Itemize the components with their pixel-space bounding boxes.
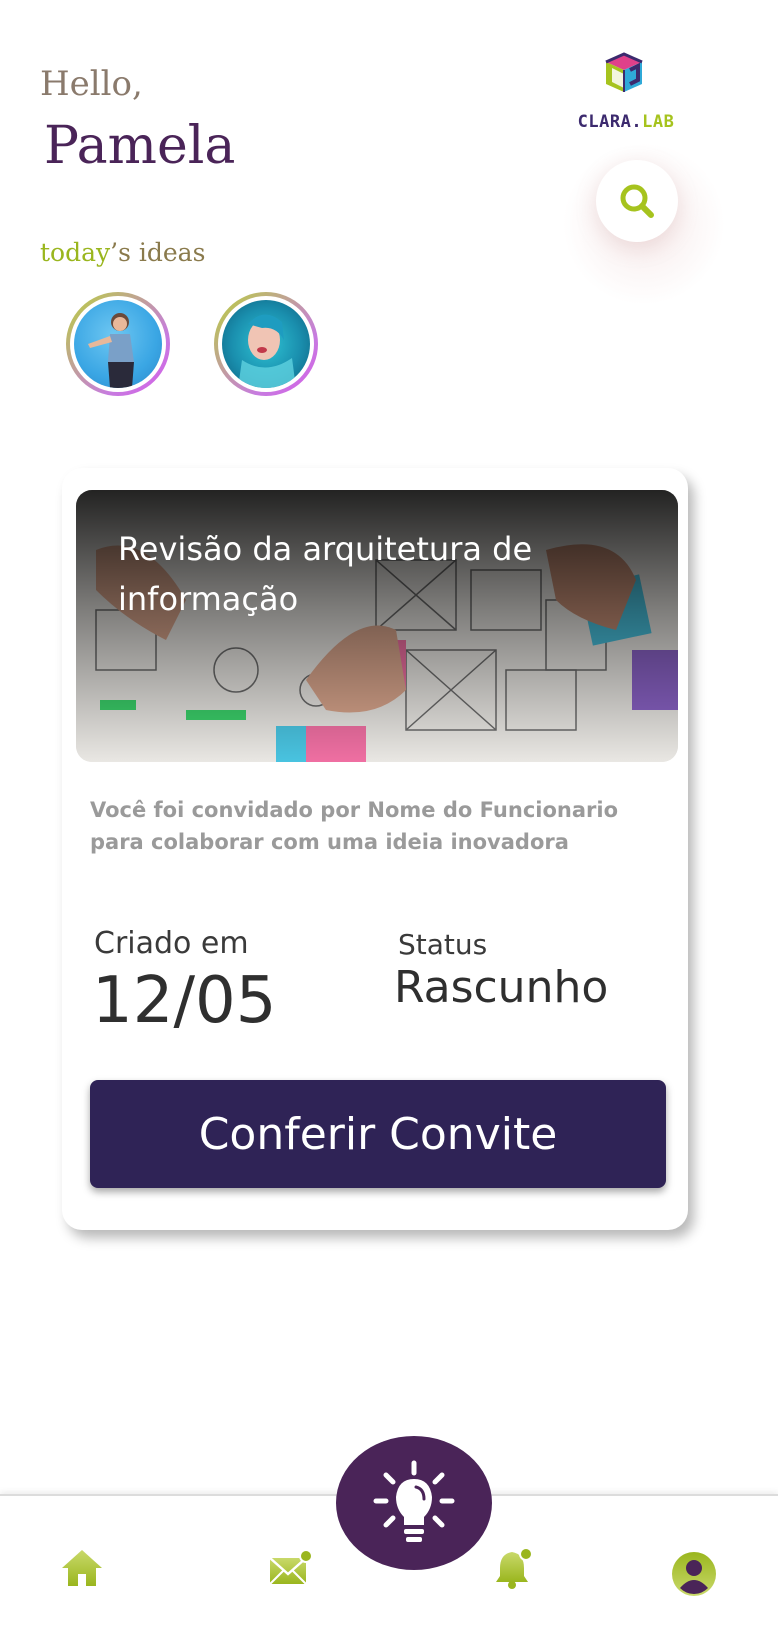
invite-card: Revisão da arquitetura de informação Voc… bbox=[62, 468, 688, 1230]
ideas-label-rest: ’s ideas bbox=[110, 238, 206, 267]
avatar-photo bbox=[222, 300, 310, 388]
search-button[interactable] bbox=[596, 160, 678, 242]
lightbulb-icon bbox=[373, 1460, 455, 1542]
check-invite-button[interactable]: Conferir Convite bbox=[90, 1080, 666, 1188]
user-name: Pamela bbox=[44, 116, 236, 176]
story-avatar-1[interactable] bbox=[66, 292, 170, 396]
created-label: Criado em bbox=[94, 926, 249, 961]
status-label: Status bbox=[398, 928, 488, 961]
card-title: Revisão da arquitetura de informação bbox=[118, 530, 533, 618]
bell-icon bbox=[496, 1547, 533, 1589]
card-description: Você foi convidado por Nome do Funcionar… bbox=[90, 798, 619, 854]
nav-mail-button[interactable] bbox=[260, 1538, 320, 1598]
story-ring-inner bbox=[70, 296, 166, 392]
clara-lab-logo: CLARA.LAB bbox=[566, 48, 686, 138]
todays-ideas-label: today’s ideas bbox=[40, 238, 205, 267]
card-cover-image: Revisão da arquitetura de informação bbox=[76, 490, 678, 762]
new-idea-fab[interactable] bbox=[336, 1436, 492, 1570]
story-avatar-2[interactable] bbox=[214, 292, 318, 396]
created-date: 12/05 bbox=[92, 964, 277, 1038]
logo-cube-icon bbox=[605, 52, 643, 92]
logo-text-accent: LAB bbox=[642, 112, 675, 132]
logo-text: CLARA.LAB bbox=[566, 112, 686, 132]
logo-text-main: CLARA. bbox=[577, 112, 643, 132]
status-value: Rascunho bbox=[394, 962, 609, 1013]
search-icon bbox=[620, 184, 654, 218]
story-ring-inner bbox=[218, 296, 314, 392]
nav-profile-button[interactable] bbox=[664, 1544, 724, 1604]
home-icon bbox=[62, 1550, 102, 1586]
nav-notifications-button[interactable] bbox=[484, 1538, 544, 1598]
ideas-label-highlight: today bbox=[40, 238, 111, 267]
mail-icon bbox=[269, 1549, 312, 1585]
greeting-text: Hello, bbox=[40, 64, 143, 104]
profile-icon bbox=[672, 1552, 716, 1596]
nav-home-button[interactable] bbox=[52, 1538, 112, 1598]
avatar-photo bbox=[74, 300, 162, 388]
